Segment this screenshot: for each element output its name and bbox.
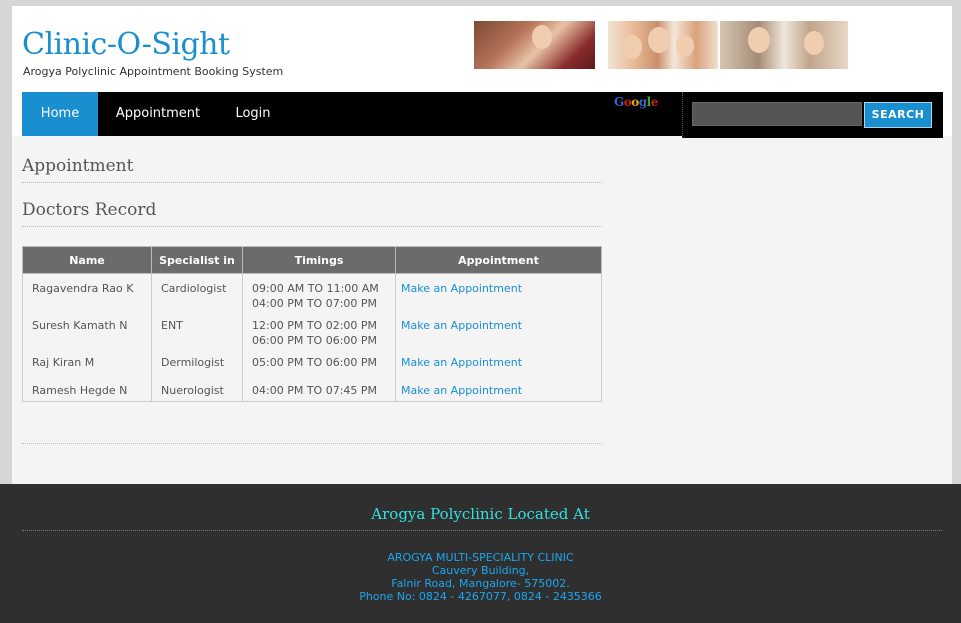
col-appointment: Appointment — [395, 246, 602, 274]
page-container: Clinic-O-Sight Arogya Polyclinic Appoint… — [12, 6, 952, 484]
table-header-row: Name Specialist in Timings Appointment — [22, 246, 602, 274]
make-appointment-link[interactable]: Make an Appointment — [395, 273, 602, 314]
nav-home[interactable]: Home — [22, 92, 98, 136]
timing-slot: 09:00 AM TO 11:00 AM — [252, 282, 379, 295]
footer-title: Arogya Polyclinic Located At — [371, 505, 590, 523]
nav-login[interactable]: Login — [228, 92, 278, 136]
doctors-record-heading: Doctors Record — [22, 200, 602, 227]
timing-slot: 06:00 PM TO 06:00 PM — [252, 334, 378, 347]
footer-divider — [22, 530, 942, 531]
content-divider — [22, 443, 602, 444]
table-row: Raj Kiran M Dermilogist 05:00 PM TO 06:0… — [22, 351, 602, 376]
doctor-name: Suresh Kamath N — [22, 314, 152, 351]
doctor-specialty: Cardiologist — [151, 273, 243, 314]
doctors-table: Name Specialist in Timings Appointment R… — [22, 246, 602, 402]
timing-slot: 05:00 PM TO 06:00 PM — [252, 356, 378, 369]
search-input[interactable] — [692, 102, 862, 126]
timing-slot: 04:00 PM TO 07:00 PM — [252, 297, 378, 310]
header-photo-family — [608, 21, 718, 69]
doctor-timings: 09:00 AM TO 11:00 AM 04:00 PM TO 07:00 PM — [242, 273, 396, 314]
doctor-specialty: ENT — [151, 314, 243, 351]
google-logo: Google — [614, 95, 658, 109]
address-line: Phone No: 0824 - 4267077, 0824 - 2435366 — [359, 590, 602, 603]
timing-slot: 04:00 PM TO 07:45 PM — [252, 384, 378, 397]
timing-slot: 12:00 PM TO 02:00 PM — [252, 319, 378, 332]
doctor-timings: 04:00 PM TO 07:45 PM — [242, 376, 396, 402]
make-appointment-link[interactable]: Make an Appointment — [395, 351, 602, 376]
header-photo-nurse — [474, 21, 595, 69]
doctor-specialty: Dermilogist — [151, 351, 243, 376]
address-line: Falnir Road, Mangalore- 575002. — [391, 577, 570, 590]
doctor-name: Ragavendra Rao K — [22, 273, 152, 314]
col-specialist: Specialist in — [151, 246, 243, 274]
table-row: Suresh Kamath N ENT 12:00 PM TO 02:00 PM… — [22, 314, 602, 351]
search-bar: SEARCH — [682, 92, 943, 138]
header-photo-dentist — [720, 21, 848, 69]
footer-address: AROGYA MULTI-SPECIALITY CLINIC Cauvery B… — [0, 551, 961, 603]
table-row: Ragavendra Rao K Cardiologist 09:00 AM T… — [22, 273, 602, 314]
make-appointment-link[interactable]: Make an Appointment — [395, 314, 602, 351]
search-button[interactable]: SEARCH — [864, 102, 932, 128]
appointment-heading: Appointment — [22, 156, 602, 183]
address-line: AROGYA MULTI-SPECIALITY CLINIC — [387, 551, 574, 564]
doctor-timings: 05:00 PM TO 06:00 PM — [242, 351, 396, 376]
table-row: Ramesh Hegde N Nuerologist 04:00 PM TO 0… — [22, 376, 602, 402]
doctor-specialty: Nuerologist — [151, 376, 243, 402]
make-appointment-link[interactable]: Make an Appointment — [395, 376, 602, 402]
col-timings: Timings — [242, 246, 396, 274]
site-footer: Arogya Polyclinic Located At AROGYA MULT… — [0, 484, 961, 623]
doctor-name: Ramesh Hegde N — [22, 376, 152, 402]
site-tagline: Arogya Polyclinic Appointment Booking Sy… — [23, 65, 284, 78]
main-navbar: Home Appointment Login Google — [22, 92, 682, 136]
site-title[interactable]: Clinic-O-Sight — [22, 27, 230, 62]
col-name: Name — [22, 246, 152, 274]
doctor-name: Raj Kiran M — [22, 351, 152, 376]
doctor-timings: 12:00 PM TO 02:00 PM 06:00 PM TO 06:00 PM — [242, 314, 396, 351]
address-line: Cauvery Building, — [431, 564, 530, 577]
nav-appointment[interactable]: Appointment — [108, 92, 208, 136]
